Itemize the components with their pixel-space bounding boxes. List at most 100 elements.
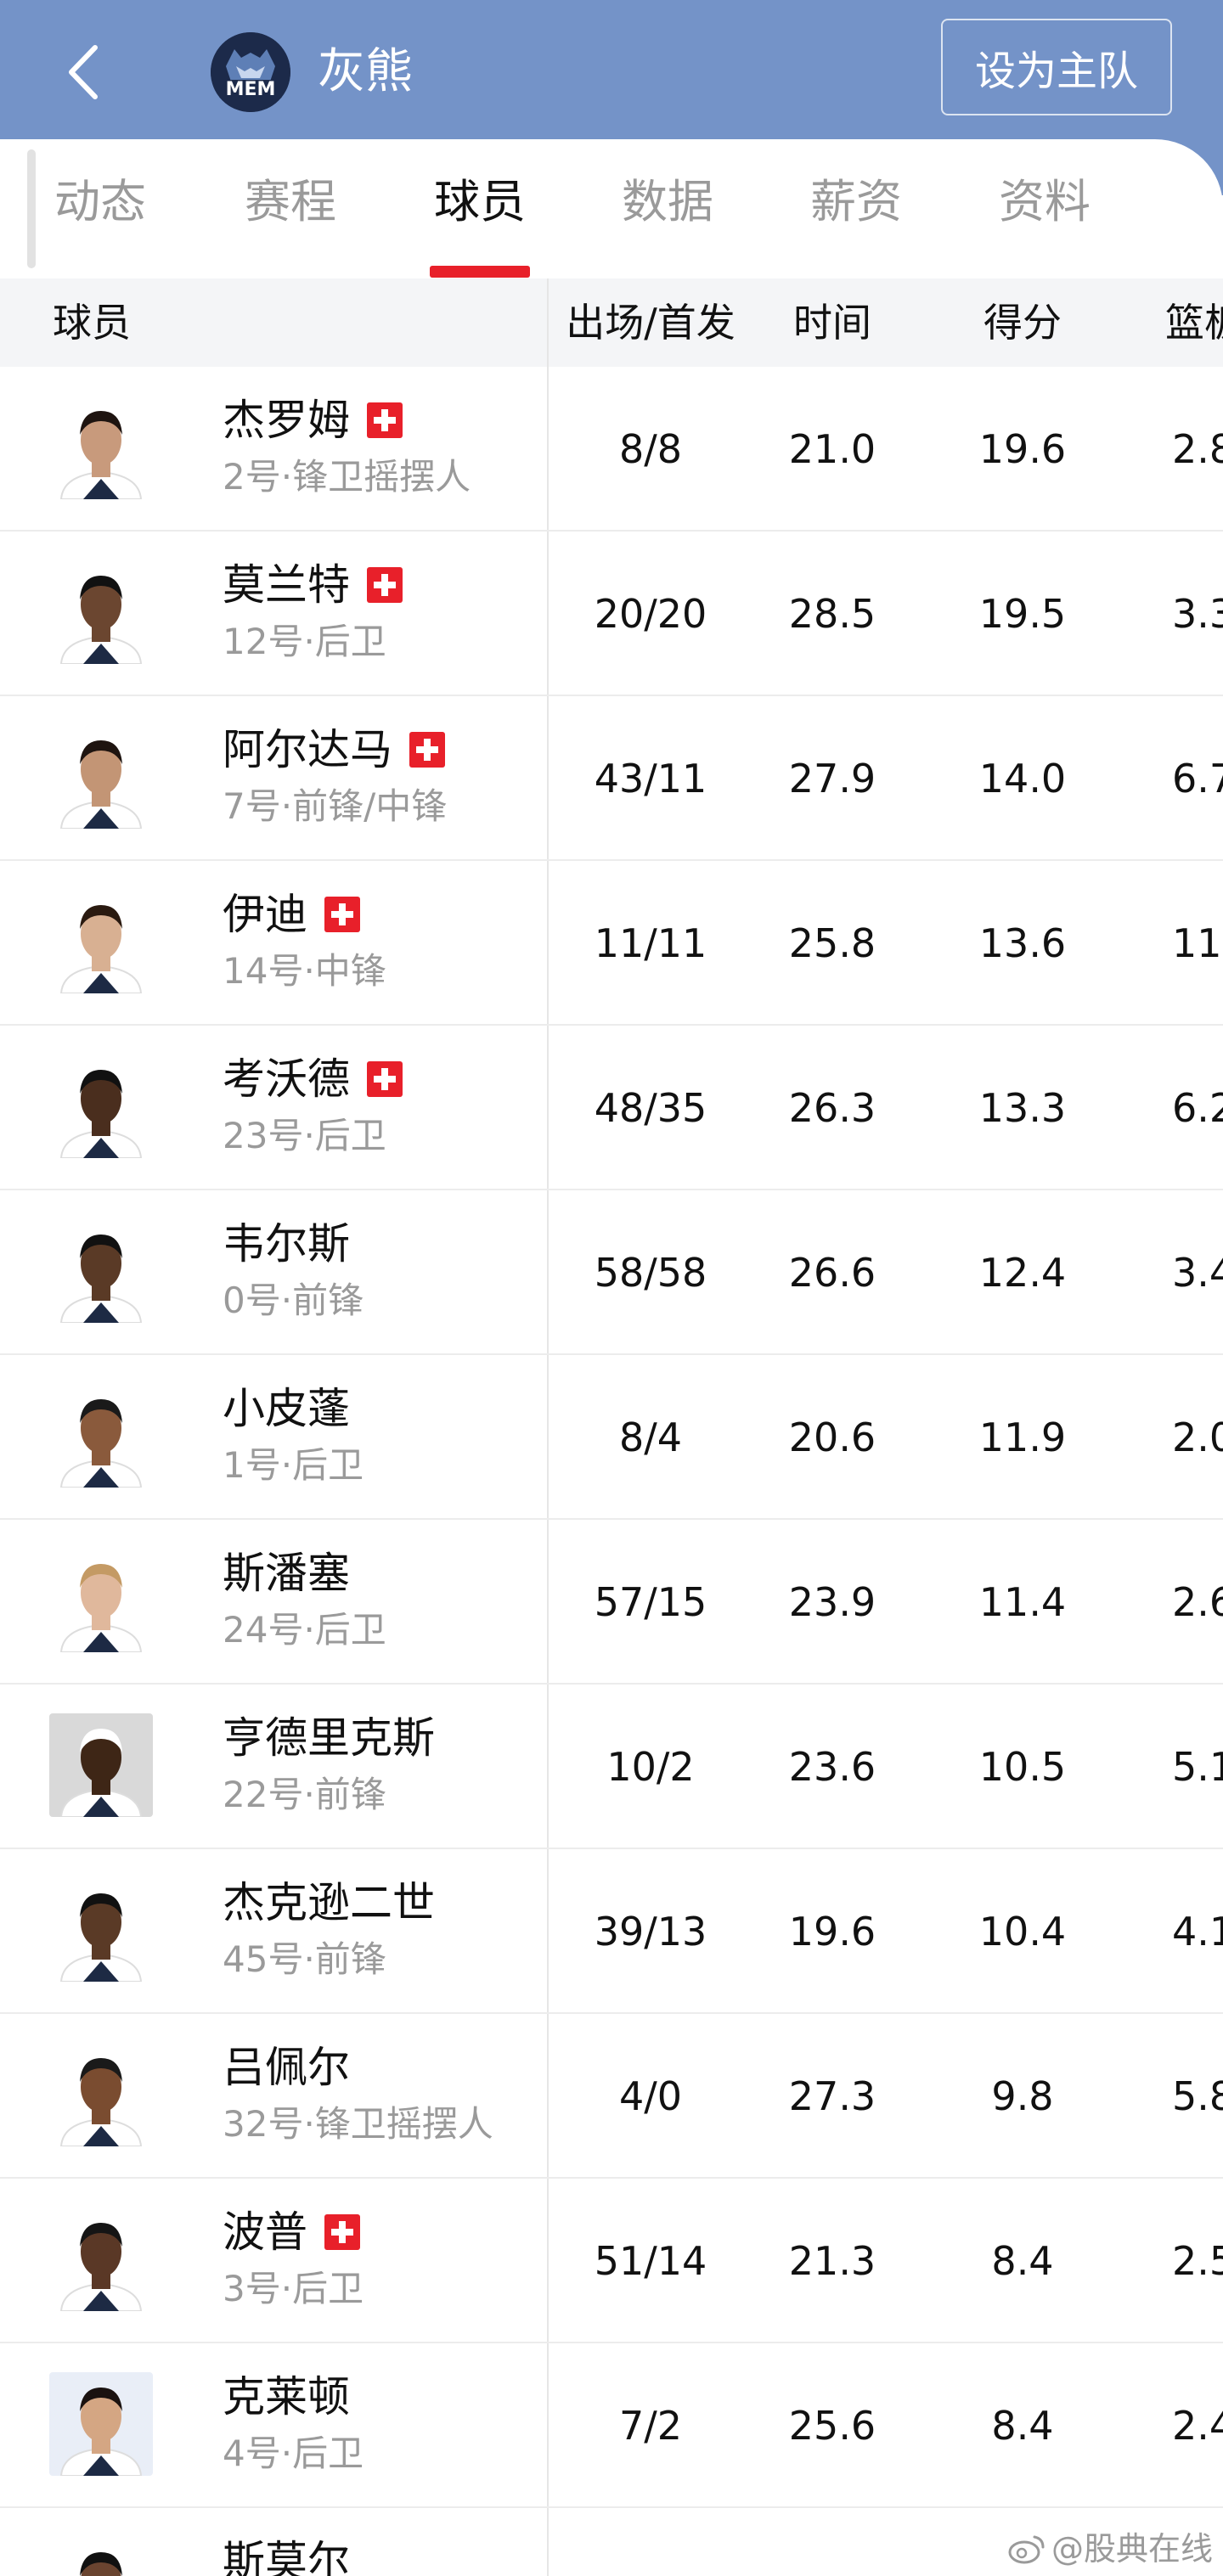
- player-avatar: [49, 1219, 153, 1323]
- table-row[interactable]: 斯潘塞 24号·后卫 57/15 23.9 11.4 2.6: [0, 1520, 1223, 1685]
- cell-rebounds: 2.8: [1172, 426, 1223, 472]
- player-avatar: [49, 1549, 153, 1652]
- column-header-minutes[interactable]: 时间: [764, 278, 900, 367]
- cell-minutes: 27.9: [788, 756, 876, 801]
- player-name-text: 阿尔达马: [223, 725, 392, 774]
- player-avatar: [49, 2043, 153, 2146]
- player-name: 斯莫尔: [223, 2532, 350, 2576]
- player-avatar: [49, 1384, 153, 1488]
- column-header-player: 球员: [53, 300, 131, 346]
- table-row[interactable]: 亨德里克斯 22号·前锋 10/2 23.6 10.5 5.1: [0, 1685, 1223, 1849]
- player-avatar: [49, 725, 153, 829]
- column-header-games[interactable]: 出场/首发: [552, 278, 749, 367]
- cell-minutes: 26.6: [788, 1250, 876, 1296]
- tab-info[interactable]: 资料: [994, 151, 1096, 253]
- cell-games: [552, 2508, 749, 2576]
- player-avatar: [49, 2208, 153, 2311]
- table-row[interactable]: 伊迪 14号·中锋 11/11 25.8 13.6 11.1: [0, 861, 1223, 1026]
- player-name-text: 亨德里克斯: [223, 1713, 435, 1763]
- table-header: 球员 出场/首发 时间 得分 篮板: [0, 278, 1223, 367]
- injury-icon: [367, 402, 403, 438]
- player-name-text: 莫兰特: [223, 560, 350, 610]
- player-name-text: 伊迪: [223, 890, 307, 939]
- set-home-team-button[interactable]: 设为主队: [941, 19, 1172, 115]
- player-name-text: 波普: [223, 2208, 307, 2257]
- cell-games: 10/2: [606, 1744, 695, 1790]
- back-button[interactable]: [49, 34, 117, 110]
- cell-games: 57/15: [594, 1579, 707, 1625]
- cell-points: 8.4: [991, 2238, 1054, 2284]
- cell-points: 12.4: [978, 1250, 1067, 1296]
- cell-rebounds: 2.6: [1172, 1579, 1223, 1625]
- player-name: 亨德里克斯: [223, 1708, 435, 1768]
- table-row[interactable]: 小皮蓬 1号·后卫 8/4 20.6 11.9 2.0: [0, 1355, 1223, 1520]
- table-row[interactable]: 韦尔斯 0号·前锋 58/58 26.6 12.4 3.4: [0, 1190, 1223, 1355]
- table-row[interactable]: 吕佩尔 32号·锋卫摇摆人 4/0 27.3 9.8 5.8: [0, 2014, 1223, 2179]
- cell-games: 39/13: [594, 1909, 707, 1954]
- player-name-text: 考沃德: [223, 1055, 350, 1104]
- player-number-position: 0号·前锋: [223, 1280, 364, 1321]
- weibo-icon: [1008, 2535, 1045, 2564]
- player-name-text: 韦尔斯: [223, 1219, 350, 1268]
- cell-minutes: 20.6: [788, 1415, 876, 1460]
- table-row[interactable]: 波普 3号·后卫 51/14 21.3 8.4 2.5: [0, 2179, 1223, 2343]
- cell-minutes: 28.5: [788, 591, 876, 637]
- table-row[interactable]: 杰罗姆 2号·锋卫摇摆人 8/8 21.0 19.6 2.8: [0, 367, 1223, 532]
- player-number-position: 24号·后卫: [223, 1609, 386, 1651]
- player-name: 韦尔斯: [223, 1214, 350, 1274]
- player-name-text: 吕佩尔: [223, 2043, 350, 2092]
- player-avatar: [49, 560, 153, 664]
- cell-games: 8/4: [618, 1415, 683, 1460]
- player-name: 考沃德: [223, 1049, 403, 1109]
- table-row[interactable]: 杰克逊二世 45号·前锋 39/13 19.6 10.4 4.1: [0, 1849, 1223, 2014]
- watermark: @股典在线: [1007, 2523, 1213, 2574]
- player-number-position: 22号·前锋: [223, 1774, 386, 1815]
- cell-minutes: 26.3: [788, 1085, 876, 1131]
- player-name: 吕佩尔: [223, 2038, 350, 2097]
- cell-rebounds: 3.3: [1172, 591, 1223, 637]
- player-name: 阿尔达马: [223, 720, 445, 779]
- cell-minutes: 23.6: [788, 1744, 876, 1790]
- cell-rebounds: 2.4: [1172, 2403, 1223, 2449]
- player-avatar: [49, 1713, 153, 1817]
- player-number-position: 45号·前锋: [223, 1938, 386, 1980]
- player-name: 莫兰特: [223, 555, 403, 615]
- player-name: 杰克逊二世: [223, 1873, 435, 1932]
- tab-schedule[interactable]: 赛程: [240, 151, 341, 253]
- table-row[interactable]: 克莱顿 4号·后卫 7/2 25.6 8.4 2.4: [0, 2343, 1223, 2508]
- cell-rebounds: 2.5: [1172, 2238, 1223, 2284]
- table-row[interactable]: 莫兰特 12号·后卫 20/20 28.5 19.5 3.3: [0, 532, 1223, 696]
- player-name-text: 小皮蓬: [223, 1384, 350, 1433]
- cell-games: 58/58: [594, 1250, 707, 1296]
- cell-points: 8.4: [991, 2403, 1054, 2449]
- cell-games: 20/20: [594, 591, 707, 637]
- table-row[interactable]: 阿尔达马 7号·前锋/中锋 43/11 27.9 14.0 6.7: [0, 696, 1223, 861]
- cell-rebounds: 4.1: [1172, 1909, 1223, 1954]
- tab-stats[interactable]: 数据: [617, 151, 719, 253]
- player-name-text: 克莱顿: [223, 2372, 350, 2421]
- cell-points: 9.8: [991, 2073, 1054, 2119]
- cell-rebounds: 11.1: [1172, 920, 1223, 966]
- tab-news[interactable]: 动态: [49, 151, 151, 253]
- player-number-position: 1号·后卫: [223, 1444, 364, 1486]
- tab-salary[interactable]: 薪资: [805, 151, 907, 253]
- player-number-position: 3号·后卫: [223, 2268, 364, 2309]
- table-row[interactable]: 考沃德 23号·后卫 48/35 26.3 13.3 6.2: [0, 1026, 1223, 1190]
- team-name: 灰熊: [318, 44, 413, 99]
- column-header-rebounds[interactable]: 篮板: [1165, 278, 1223, 367]
- cell-points: 10.5: [978, 1744, 1067, 1790]
- cell-rebounds: 5.1: [1172, 1744, 1223, 1790]
- cell-minutes: 25.8: [788, 920, 876, 966]
- player-number-position: 23号·后卫: [223, 1115, 386, 1156]
- column-header-points[interactable]: 得分: [955, 278, 1091, 367]
- cell-rebounds: 6.2: [1172, 1085, 1223, 1131]
- cell-rebounds: 2.0: [1172, 1415, 1223, 1460]
- cell-points: 13.3: [978, 1085, 1067, 1131]
- cell-minutes: 21.3: [788, 2238, 876, 2284]
- player-avatar: [49, 2537, 153, 2576]
- player-number-position: 14号·中锋: [223, 950, 386, 992]
- player-name-text: 斯潘塞: [223, 1549, 350, 1598]
- tab-players[interactable]: 球员: [428, 151, 532, 253]
- cell-games: 51/14: [594, 2238, 707, 2284]
- player-name: 波普: [223, 2202, 360, 2262]
